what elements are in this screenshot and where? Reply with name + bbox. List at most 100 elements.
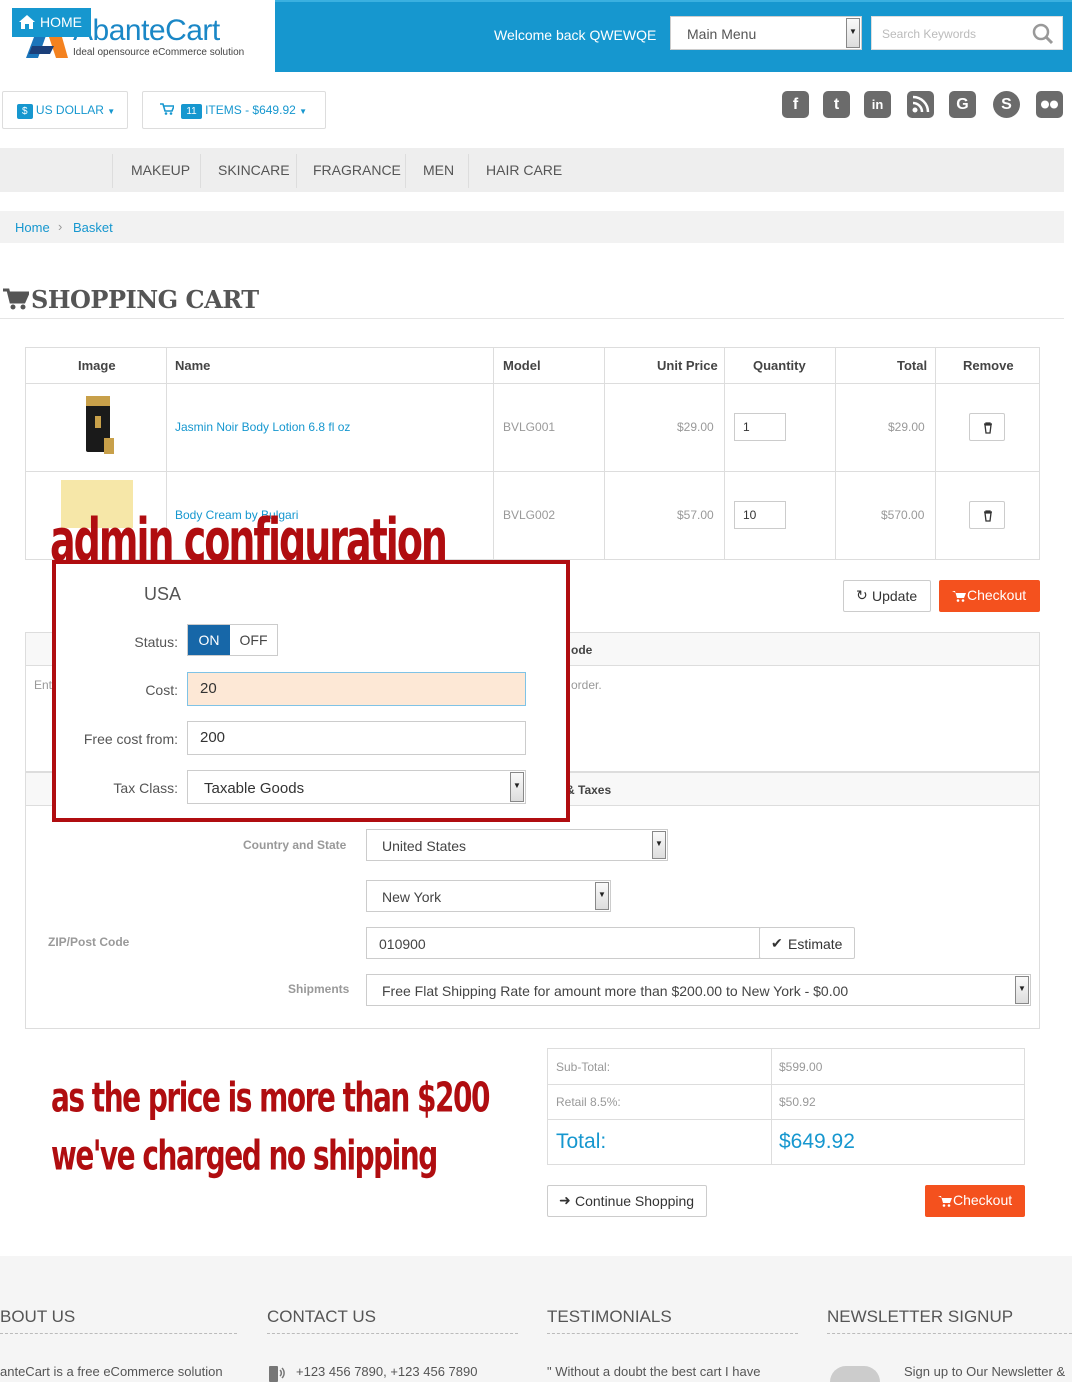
checkout-button[interactable]: Checkout bbox=[939, 580, 1040, 612]
search-placeholder: Search Keywords bbox=[882, 27, 977, 41]
breadcrumb-home[interactable]: Home bbox=[15, 220, 50, 235]
nav-item-skincare[interactable]: SKINCARE bbox=[218, 156, 290, 185]
tax-class-value: Taxable Goods bbox=[204, 780, 305, 797]
country-label: Country and State bbox=[243, 838, 347, 852]
subtotal-label: Sub-Total: bbox=[556, 1060, 611, 1074]
free-cost-label: Free cost from: bbox=[83, 731, 178, 747]
free-cost-input[interactable]: 200 bbox=[187, 721, 526, 755]
total-label: Total: bbox=[556, 1130, 607, 1153]
footer-newsletter-title: NEWSLETTER SIGNUP bbox=[827, 1307, 1014, 1326]
currency-dropdown[interactable]: $ US DOLLAR ▼ bbox=[2, 91, 128, 129]
cart-dropdown[interactable]: 11 ITEMS - $649.92 ▼ bbox=[142, 91, 326, 129]
subtotal-value: $599.00 bbox=[779, 1060, 823, 1074]
cost-input[interactable]: 20 bbox=[187, 672, 526, 706]
shipments-select[interactable]: Free Flat Shipping Rate for amount more … bbox=[366, 974, 1031, 1006]
region-title: USA bbox=[144, 584, 182, 604]
cost-label: Cost: bbox=[145, 682, 178, 698]
trash-icon bbox=[984, 422, 992, 434]
column-header-remove: Remove bbox=[963, 358, 1014, 373]
cart-icon bbox=[938, 1196, 952, 1207]
nav-item-men[interactable]: MEN bbox=[423, 156, 454, 185]
phone-icon bbox=[269, 1366, 285, 1382]
cart-icon bbox=[952, 591, 966, 602]
zip-input[interactable]: 010900 bbox=[366, 927, 760, 959]
column-divider bbox=[935, 348, 936, 559]
annotation-note-line2: we've charged no shipping bbox=[51, 1132, 438, 1180]
page-title: SHOPPING CART bbox=[31, 285, 259, 314]
product-total: $570.00 bbox=[881, 508, 925, 522]
flickr-icon[interactable] bbox=[1036, 91, 1063, 118]
rss-icon[interactable] bbox=[907, 91, 934, 118]
nav-divider bbox=[405, 154, 406, 188]
chevron-down-icon bbox=[510, 772, 524, 802]
nav-divider bbox=[112, 154, 113, 188]
facebook-icon[interactable]: f bbox=[782, 91, 809, 118]
update-button[interactable]: ↻ Update bbox=[843, 580, 931, 612]
product-model: BVLG001 bbox=[503, 420, 556, 434]
nav-divider bbox=[296, 154, 297, 188]
product-image[interactable] bbox=[78, 394, 118, 458]
quantity-input[interactable]: 1 bbox=[734, 413, 786, 441]
column-header-image: Image bbox=[78, 358, 116, 373]
checkout-button-bottom[interactable]: Checkout bbox=[925, 1185, 1025, 1217]
column-header-name: Name bbox=[175, 358, 211, 373]
header: AbanteCart Ideal opensource eCommerce so… bbox=[0, 0, 1072, 72]
column-header-unit-price: Unit Price bbox=[657, 358, 718, 373]
state-select[interactable]: New York bbox=[366, 880, 611, 912]
tax-value: $50.92 bbox=[779, 1095, 816, 1109]
footer-newsletter-text: Sign up to Our Newsletter & bbox=[904, 1364, 1066, 1379]
nav-item-makeup[interactable]: MAKEUP bbox=[131, 156, 190, 185]
breadcrumb-current[interactable]: Basket bbox=[73, 220, 113, 235]
search-icon[interactable] bbox=[1032, 23, 1054, 45]
nav-divider bbox=[200, 154, 201, 188]
tax-label: Retail 8.5%: bbox=[556, 1095, 621, 1109]
footer-divider bbox=[0, 1333, 237, 1334]
logo-title: AbanteCart bbox=[73, 14, 220, 47]
estimate-button[interactable]: ✔ Estimate bbox=[759, 927, 855, 959]
footer-divider bbox=[547, 1333, 798, 1334]
product-unit-price: $29.00 bbox=[677, 420, 714, 434]
continue-shopping-button[interactable]: ➜ Continue Shopping bbox=[547, 1185, 707, 1217]
remove-button[interactable] bbox=[969, 413, 1005, 441]
nav-item-hair-care[interactable]: HAIR CARE bbox=[486, 156, 562, 185]
tax-class-select[interactable]: Taxable Goods bbox=[187, 770, 526, 804]
caret-down-icon: ▼ bbox=[299, 107, 308, 116]
country-select[interactable]: United States bbox=[366, 829, 668, 861]
shipments-value: Free Flat Shipping Rate for amount more … bbox=[382, 983, 849, 999]
footer-about-text: anteCart is a free eCommerce solution bbox=[0, 1364, 223, 1379]
search-input[interactable]: Search Keywords bbox=[871, 16, 1063, 50]
continue-shopping-label: Continue Shopping bbox=[575, 1193, 695, 1209]
quantity-input[interactable]: 10 bbox=[734, 501, 786, 529]
product-total: $29.00 bbox=[888, 420, 925, 434]
footer-divider bbox=[267, 1333, 518, 1334]
status-on[interactable]: ON bbox=[188, 625, 230, 655]
footer-contact-title: CONTACT US bbox=[267, 1307, 376, 1326]
currency-label: US DOLLAR bbox=[35, 103, 104, 117]
linkedin-icon[interactable]: in bbox=[864, 91, 891, 118]
product-name-link[interactable]: Jasmin Noir Body Lotion 6.8 fl oz bbox=[175, 420, 350, 434]
newsletter-avatar bbox=[830, 1366, 880, 1382]
refresh-icon: ↻ bbox=[856, 587, 868, 603]
welcome-text[interactable]: Welcome back QWEWQE bbox=[494, 27, 656, 43]
column-divider bbox=[724, 348, 725, 559]
breadcrumb: Home › Basket bbox=[0, 211, 1064, 243]
chevron-right-icon: › bbox=[58, 219, 63, 234]
status-off[interactable]: OFF bbox=[230, 625, 277, 655]
skype-icon[interactable]: S bbox=[993, 91, 1020, 118]
chevron-down-icon bbox=[595, 882, 609, 910]
home-icon bbox=[19, 15, 35, 29]
main-menu-select[interactable]: Main Menu bbox=[670, 16, 862, 50]
twitter-icon[interactable]: t bbox=[823, 91, 850, 118]
nav-home[interactable]: HOME bbox=[12, 8, 91, 37]
update-label: Update bbox=[872, 588, 918, 604]
status-toggle[interactable]: ON OFF bbox=[187, 624, 278, 656]
nav-item-fragrance[interactable]: FRAGRANCE bbox=[313, 156, 401, 185]
footer-contact-text: +123 456 7890, +123 456 7890 bbox=[296, 1364, 478, 1379]
title-divider bbox=[0, 318, 1064, 319]
remove-button[interactable] bbox=[969, 501, 1005, 529]
product-unit-price: $57.00 bbox=[677, 508, 714, 522]
trash-icon bbox=[984, 510, 992, 522]
cart-summary-label: ITEMS - $649.92 bbox=[205, 103, 296, 117]
state-value: New York bbox=[382, 889, 442, 905]
google-icon[interactable]: G bbox=[949, 91, 976, 118]
